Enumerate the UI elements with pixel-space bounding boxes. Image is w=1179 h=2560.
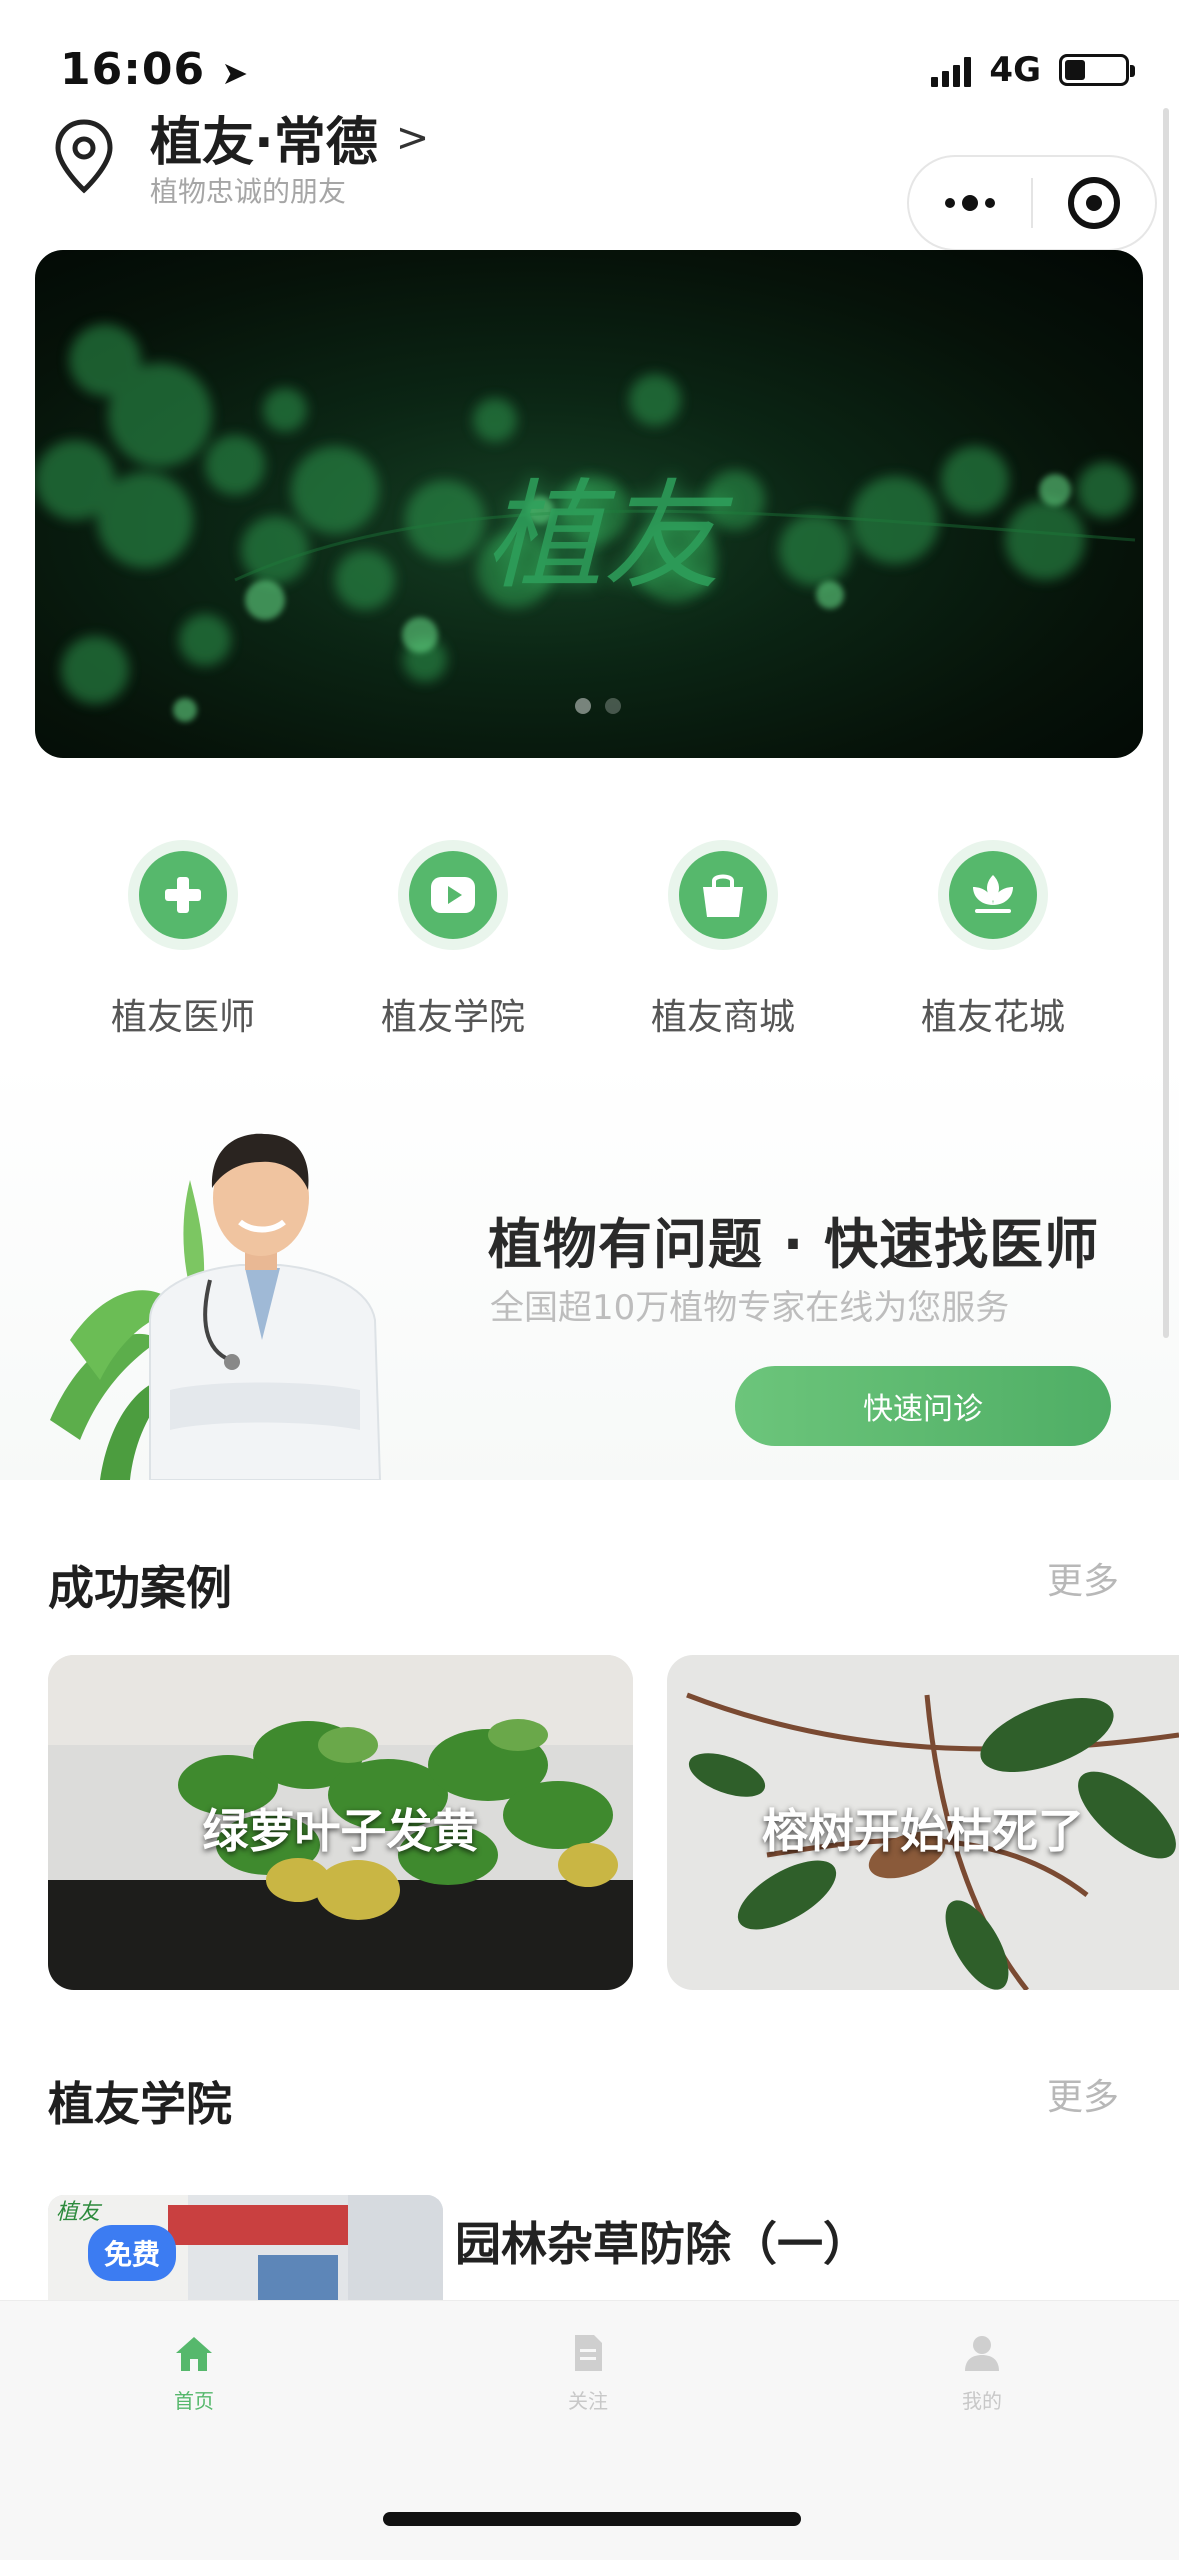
lotus-flower-icon <box>973 875 1013 913</box>
status-time: 16:06 ➤ <box>60 44 250 95</box>
banner-brand-text: 植友 <box>485 467 722 605</box>
quick-entry-shop[interactable]: 植友商城 <box>588 840 858 1040</box>
mini-program-capsule <box>907 155 1157 251</box>
home-icon <box>176 2337 212 2371</box>
quick-consult-button[interactable]: 快速问诊 <box>735 1366 1111 1446</box>
course-title[interactable]: 园林杂草防除（一） <box>455 2208 869 2274</box>
promo-title: 植物有问题 · 快速找医师 <box>488 1213 1100 1276</box>
case-label: 绿萝叶子发黄 <box>202 1804 479 1858</box>
shopping-bag-icon <box>703 874 743 917</box>
medical-cross-icon <box>165 877 201 913</box>
tab-home[interactable]: 首页 <box>134 2331 254 2414</box>
quick-entry-academy[interactable]: 植友学院 <box>318 840 588 1040</box>
free-badge: 免费 <box>88 2225 177 2281</box>
target-circle-icon <box>1068 177 1120 229</box>
tab-profile[interactable]: 我的 <box>922 2331 1042 2414</box>
network-type: 4G <box>989 50 1041 90</box>
chevron-right-icon: > <box>395 114 430 161</box>
case-label: 榕树开始枯死了 <box>762 1804 1084 1858</box>
quick-entry-grid: 植友医师 植友学院 植友商城 植友花城 <box>0 840 1179 1040</box>
academy-more-link[interactable]: 更多 <box>1047 2068 1119 2120</box>
course-thumbnail[interactable]: 植友 免费 <box>48 2195 443 2305</box>
doctor-promo-card: 植物有问题 · 快速找医师 全国超10万植物专家在线为您服务 快速问诊 <box>0 1060 1179 1480</box>
carousel-dot <box>605 698 621 714</box>
section-title-academy: 植友学院 <box>48 2077 232 2131</box>
svg-text:植友: 植友 <box>56 2200 103 2225</box>
map-pin-icon <box>55 119 113 194</box>
quick-entry-doctor[interactable]: 植友医师 <box>48 840 318 1040</box>
location-arrow-icon: ➤ <box>221 54 250 92</box>
carousel-dot <box>575 698 591 714</box>
tab-follow[interactable]: 关注 <box>528 2331 648 2414</box>
battery-icon <box>1059 54 1135 86</box>
promo-subtitle: 全国超10万植物专家在线为您服务 <box>490 1288 1010 1328</box>
section-title-cases: 成功案例 <box>48 1561 232 1615</box>
home-indicator[interactable] <box>383 2512 801 2526</box>
doctor-illustration <box>50 1133 382 1480</box>
app-title[interactable]: 植友·常德 > <box>150 100 429 175</box>
quick-entry-flower-market[interactable]: 植友花城 <box>858 840 1128 1040</box>
scrollbar[interactable] <box>1163 108 1169 1338</box>
more-dots-icon <box>945 195 995 211</box>
carousel-indicator <box>575 698 621 714</box>
video-play-icon <box>431 877 475 913</box>
document-icon <box>575 2335 602 2371</box>
cases-more-link[interactable]: 更多 <box>1047 1552 1119 1604</box>
signal-icon <box>931 53 972 87</box>
user-icon <box>965 2336 999 2371</box>
banner-carousel[interactable]: 植友 <box>35 250 1143 758</box>
case-card[interactable]: 榕树开始枯死了 <box>667 1655 1179 1990</box>
app-subtitle: 植物忠诚的朋友 <box>150 175 347 208</box>
more-button[interactable] <box>909 157 1031 249</box>
close-button[interactable] <box>1033 157 1155 249</box>
case-card[interactable]: 绿萝叶子发黄 <box>48 1655 633 1990</box>
